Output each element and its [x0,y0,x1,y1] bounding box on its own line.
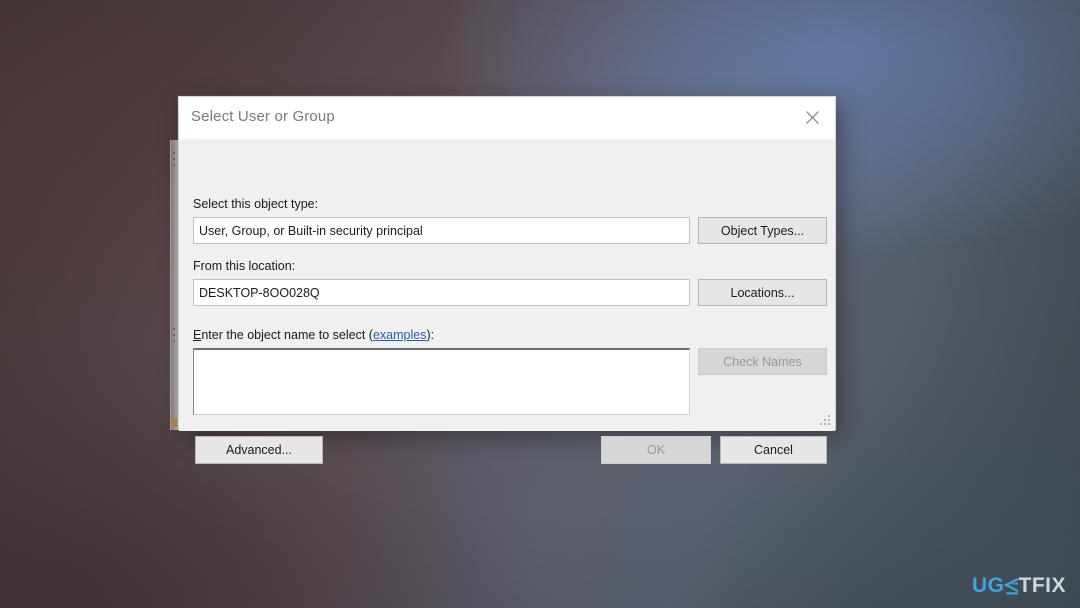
background-artifact-dot [173,340,175,342]
dialog-title: Select User or Group [191,108,335,125]
background-artifact-dot [173,164,175,166]
object-name-input[interactable] [193,348,690,415]
background-artifact-dot [173,158,175,160]
dialog-titlebar[interactable]: Select User or Group [179,97,835,140]
location-label: From this location: [193,259,296,273]
check-names-button[interactable]: Check Names [698,348,827,375]
select-user-or-group-dialog: Select User or Group Select this object … [178,96,836,464]
object-name-value [194,350,689,358]
background-artifact-dot [173,152,175,154]
locations-button[interactable]: Locations... [698,279,827,306]
close-icon[interactable] [790,97,835,138]
desktop-background: Select User or Group Select this object … [0,0,1080,608]
advanced-button[interactable]: Advanced... [195,436,323,464]
object-name-label-text: nter the object name to select ( [201,328,373,342]
object-name-label-suffix: ): [426,328,435,342]
resize-grip[interactable] [819,415,832,428]
background-artifact-dot [173,328,175,330]
location-value: DESKTOP-8OO028Q [199,285,320,300]
watermark-text-secondary: TFIX [1018,574,1066,597]
background-artifact-dot [173,334,175,336]
object-types-button[interactable]: Object Types... [698,217,827,244]
watermark-text-primary: UG [972,574,1005,597]
less-than-or-equal-icon [1003,577,1020,595]
ugetfix-watermark: UG TFIX [972,574,1066,598]
object-type-value: User, Group, or Built-in security princi… [199,223,423,238]
object-name-label: Enter the object name to select (example… [193,328,434,342]
location-input[interactable]: DESKTOP-8OO028Q [193,279,690,306]
background-artifact-strip [171,418,177,427]
object-type-label: Select this object type: [193,197,319,211]
ok-button[interactable]: OK [601,436,711,464]
cancel-button[interactable]: Cancel [720,436,827,464]
object-type-input[interactable]: User, Group, or Built-in security princi… [193,217,690,244]
examples-link[interactable]: examples [373,328,427,342]
dialog-body: Select this object type: User, Group, or… [179,140,835,464]
